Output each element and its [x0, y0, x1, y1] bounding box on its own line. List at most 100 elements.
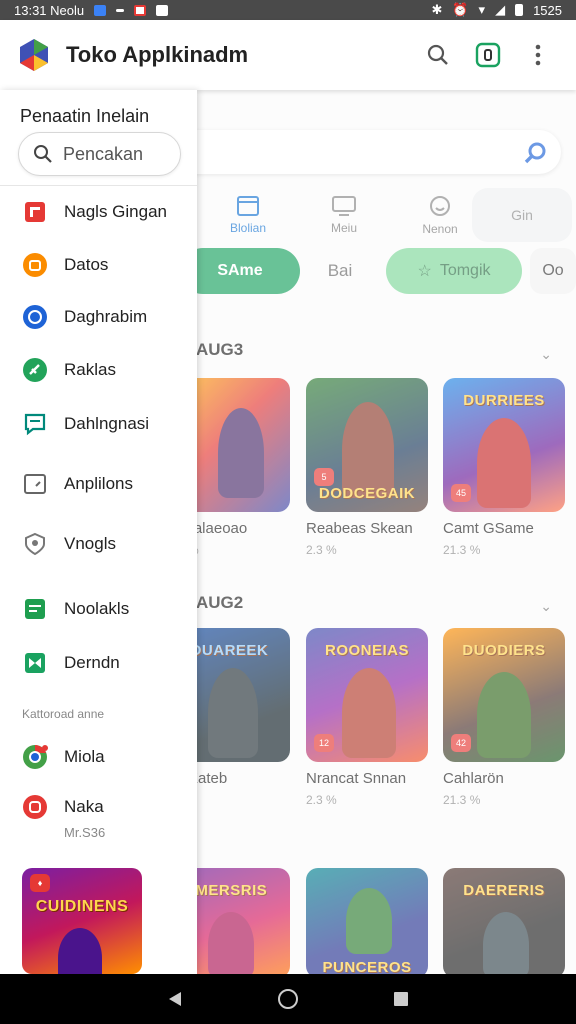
game-card[interactable]: ROONEIAS 12 Nrancat Snnan 2.3 % [306, 628, 428, 807]
game-art-title: DURRIEES [463, 392, 545, 409]
search-button[interactable] [416, 33, 460, 77]
search-icon [524, 142, 546, 164]
featured-game-card[interactable]: CUIDINENS ♦ [22, 868, 142, 974]
square-app-icon [22, 199, 48, 225]
game-name: Reabeas Skean [306, 520, 413, 537]
library-button[interactable] [466, 33, 510, 77]
game-art: DUODIERS 42 [443, 628, 565, 762]
main-search-bar[interactable] [150, 130, 561, 174]
chip-bai-label: Bai [327, 261, 353, 280]
game-art-title: DODCEGAIK [318, 485, 416, 502]
back-icon[interactable] [166, 990, 184, 1008]
section-title: AUG3 [196, 340, 244, 359]
signal-icon: ◢ [495, 2, 506, 17]
photo-icon [156, 4, 169, 16]
drawer-item-dahlngnasi[interactable]: Dahlngnasi [0, 402, 197, 446]
drawer-subheader: Kattoroad anne [22, 707, 105, 721]
drawer-item-label: Dahlngnasi [64, 414, 150, 433]
tab-gin[interactable]: Gin [472, 188, 572, 242]
search-icon [34, 145, 52, 163]
drawer-item-label: Nagls Gingan [64, 202, 168, 221]
chip-oo[interactable]: Oo [530, 248, 576, 294]
game-badge: 5 [314, 468, 334, 486]
game-art: ROONEIAS 12 [306, 628, 428, 762]
game-card[interactable]: DODCEGAIK 5 Reabeas Skean 2.3 % [306, 378, 428, 557]
drawer-item-datos[interactable]: Datos [0, 243, 197, 287]
drawer-item-label: Daghrabim [64, 307, 148, 326]
chip-bai[interactable]: Bai [320, 248, 360, 294]
game-card[interactable]: DURRIEES 45 Camt GSame 21.3 % [443, 378, 565, 557]
drawer-item-label: Raklas [64, 360, 116, 379]
app-bar: Toko Applkinadm [0, 20, 576, 90]
game-art: DODCEGAIK 5 [306, 378, 428, 512]
game-art: PUNCEROS [306, 868, 428, 974]
drawer-item-derndn[interactable]: Derndn [0, 641, 197, 685]
tab-label: Meiu [330, 221, 357, 235]
game-art: DAERERIS [443, 868, 565, 974]
drawer-item-label: Naka [64, 797, 104, 816]
divider [0, 185, 197, 186]
game-art: DURRIEES 45 [443, 378, 565, 512]
app-title: Toko Applkinadm [66, 42, 249, 67]
bluetooth-icon: ✱ [431, 2, 443, 17]
home-icon[interactable] [277, 988, 299, 1010]
game-art-title: DAERERIS [463, 882, 545, 899]
bowtie-icon [22, 650, 48, 676]
drawer-item-meta: Mr.S36 [64, 825, 106, 840]
tab-blolian[interactable]: Blolian [200, 190, 296, 240]
tab-meiu[interactable]: Meiu [296, 190, 392, 240]
drawer-item-label: Anplilons [64, 474, 133, 493]
game-card[interactable]: DAERERIS [443, 868, 565, 974]
game-card[interactable]: PUNCEROS [306, 868, 428, 974]
smiley-icon [430, 196, 450, 216]
drawer-item-label: Derndn [64, 653, 120, 672]
drawer-title: Penaatin Inelain [20, 106, 150, 126]
game-badge: 12 [314, 734, 334, 752]
drawer-item-daghrabim[interactable]: Daghrabim [0, 295, 197, 339]
more-options-button[interactable] [516, 33, 560, 77]
game-badge: 42 [451, 734, 471, 752]
tab-label: Blolian [229, 221, 267, 235]
chip-same[interactable]: SAme [180, 248, 300, 294]
chip-tomgik[interactable]: ☆ Tomgik [386, 248, 522, 294]
more-vert-icon [535, 44, 541, 66]
drawer-item-label: Datos [64, 255, 109, 274]
recents-icon[interactable] [392, 990, 410, 1008]
drawer-item-miola[interactable]: Miola [0, 735, 197, 779]
drawer-search-input[interactable]: Pencakan [18, 132, 181, 176]
monitor-icon [332, 196, 356, 216]
drawer-item-label: Vnogls [64, 534, 116, 553]
battery-icon [515, 4, 524, 16]
drawer-item-raklas[interactable]: Raklas [0, 348, 197, 392]
drawer-item-anplilons[interactable]: Anplilons [0, 462, 197, 506]
window-icon [22, 471, 48, 497]
battery-level: 1525 [533, 2, 562, 18]
drawer-item-label: Noolakls [64, 599, 130, 618]
status-bar: 13:31 Neolu ✱ ⏰ ▾ ◢ 1525 [0, 0, 576, 20]
wifi-icon: ▾ [478, 2, 486, 17]
chevron-down-icon[interactable]: ⌄ [540, 598, 552, 615]
leaf-icon [22, 357, 48, 383]
game-rating: 2.3 % [306, 793, 337, 807]
game-name: Camt GSame [443, 520, 534, 537]
drawer-item-naka[interactable]: Naka [0, 785, 197, 829]
chrome-icon [22, 744, 48, 770]
chat-icon [22, 411, 48, 437]
compass-icon [22, 304, 48, 330]
drawer-item-nagls-gingan[interactable]: Nagls Gingan [0, 190, 197, 234]
section-title: AUG2 [196, 593, 244, 612]
drawer-item-vnogls[interactable]: Vnogls [0, 522, 197, 566]
drawer-item-label: Miola [64, 747, 105, 766]
game-badge: 45 [451, 484, 471, 502]
game-name: Cahlarön [443, 770, 504, 787]
chevron-down-icon[interactable]: ⌄ [540, 346, 552, 363]
library-icon [475, 42, 501, 68]
drawer-item-noolakls[interactable]: Noolakls [0, 587, 197, 631]
game-card[interactable]: DUODIERS 42 Cahlarön 21.3 % [443, 628, 565, 807]
search-icon [427, 44, 448, 65]
tablet-icon [237, 196, 259, 216]
list-icon [22, 596, 48, 622]
game-badge: ♦ [30, 874, 50, 892]
face-icon [22, 252, 48, 278]
game-rating: 2.3 % [306, 543, 337, 557]
